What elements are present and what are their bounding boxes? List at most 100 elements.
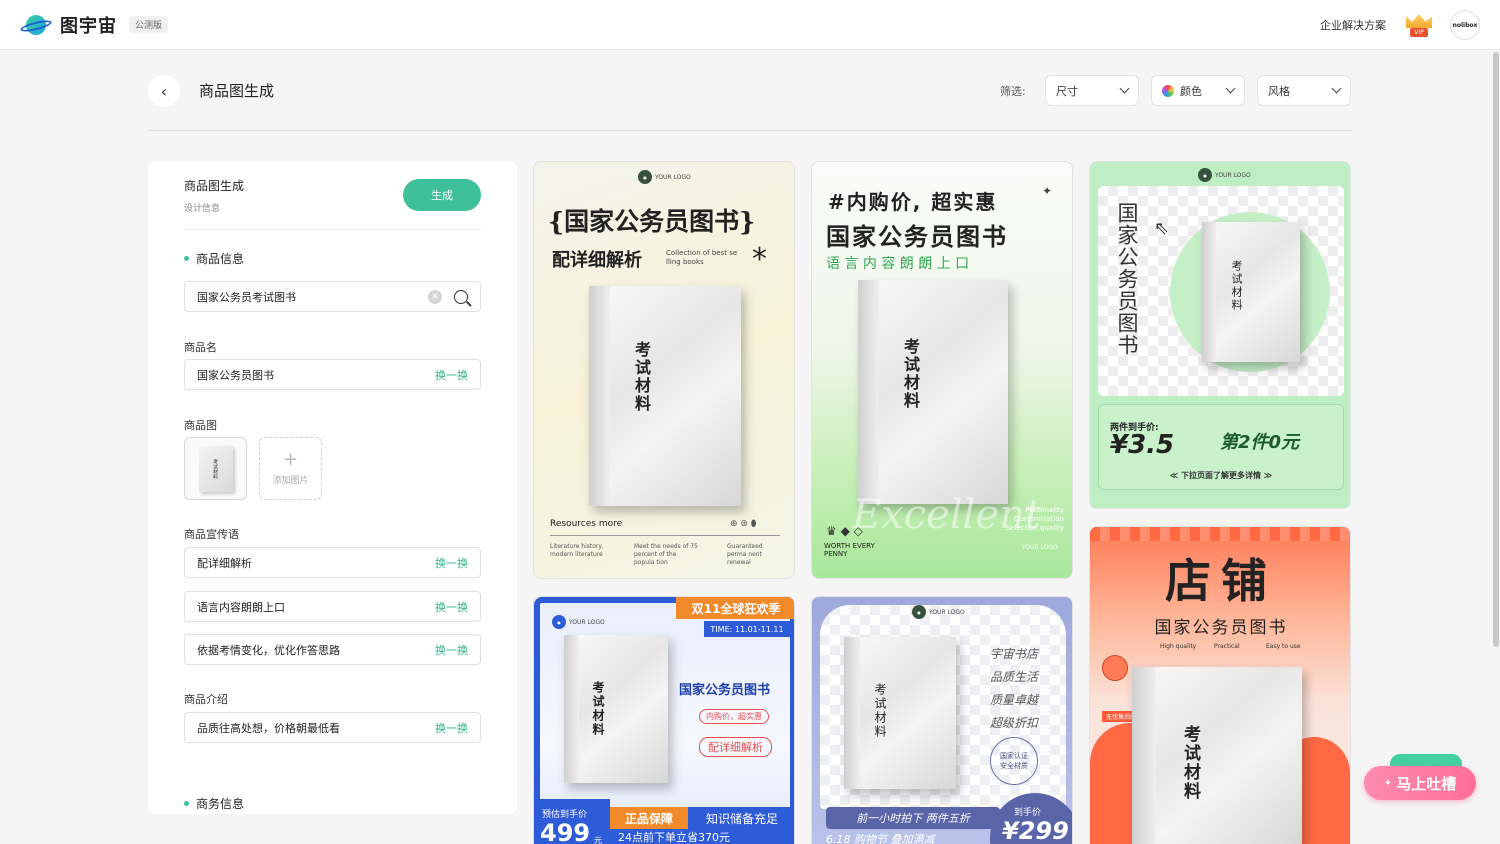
clear-icon[interactable]: ✕ xyxy=(428,289,442,304)
product-book: 考试材料 xyxy=(1202,222,1300,362)
footer-text-1: Literature history, modern literature xyxy=(550,543,604,558)
swap-button[interactable]: 换一换 xyxy=(435,720,468,736)
certification-seal: 国家认证 安全材质 xyxy=(990,737,1038,785)
card-line-3: 语 言 内 容 朗 朗 上 口 xyxy=(826,256,970,272)
product-book: 考试材料 xyxy=(589,286,741,506)
feedback-button[interactable]: ✦ 马上吐槽 xyxy=(1364,766,1476,800)
yuan-unit: 元 xyxy=(594,836,602,844)
product-search-input[interactable]: 国家公务员考试图书 ✕ xyxy=(184,281,481,312)
card-title: {国家公务员图书} xyxy=(548,207,756,236)
template-card-5[interactable]: ● YOUR LOGO 考试材料 宇宙书店 品质生活 质量卓越 超级折扣 国家认证 安全… xyxy=(811,596,1073,844)
page-title: 商品图生成 xyxy=(199,82,275,100)
planet-logo-icon xyxy=(19,13,53,37)
event-badge: 双11全球狂欢季 xyxy=(676,597,794,619)
chevron-left-icon: ‹ xyxy=(160,81,168,101)
event-time: TIME: 11.01-11.11 xyxy=(704,621,790,637)
tag-2: 配详细解析 xyxy=(699,737,772,757)
chevron-down-icon xyxy=(1119,83,1130,94)
design-info-panel: 商品图生成 设计信息 生成 商品信息 国家公务员考试图书 ✕ 商品名 国家公务员… xyxy=(148,161,517,814)
business-info-heading: 商务信息 xyxy=(184,795,244,812)
decorative-icons: ♛ ◆ ◇ xyxy=(826,524,863,538)
tag-1: 内购价，超实惠 xyxy=(699,709,769,724)
card-vertical-title: 国家公务员图书 xyxy=(1115,202,1139,356)
color-wheel-icon xyxy=(1162,84,1174,97)
personality-text: Personality Customization Selection qual… xyxy=(1005,506,1064,532)
panel-divider xyxy=(184,229,481,230)
card-logo: ● YOUR LOGO xyxy=(638,170,691,184)
product-intro-label: 商品介绍 xyxy=(184,693,228,706)
highlight-3: Easy to use xyxy=(1266,643,1301,650)
product-intro-field[interactable]: 品质往高处想，价格朝最低看 换一换 xyxy=(184,712,481,743)
card-line-1: #内购价, 超实惠 xyxy=(828,190,998,214)
plus-icon: + xyxy=(282,449,299,470)
template-card-1[interactable]: ● YOUR LOGO {国家公务员图书} 配详细解析 Collection of… xyxy=(533,161,795,579)
product-info-heading: 商品信息 xyxy=(184,250,244,267)
decorative-icons: ⊕ ⊛ ⬮ xyxy=(730,519,757,529)
swap-button[interactable]: 换一换 xyxy=(435,367,468,383)
card-subtitle: 国家公务员图书 xyxy=(1154,618,1288,638)
top-bar: 图宇宙 公测版 企业解决方案 VIP nolibox xyxy=(0,0,1500,50)
product-name-field[interactable]: 国家公务员图书 换一换 xyxy=(184,359,481,390)
knowledge-badge: 知识储备充足 xyxy=(688,807,794,829)
template-card-2[interactable]: #内购价, 超实惠 国家公务员图书 语 言 内 容 朗 朗 上 口 ✦ 考试材料… xyxy=(811,161,1073,579)
vip-crown-icon[interactable]: VIP xyxy=(1404,12,1434,38)
style-filter-select[interactable]: 风格 xyxy=(1257,75,1351,106)
filter-label: 筛选: xyxy=(1000,85,1026,98)
chevron-down-icon xyxy=(1331,83,1342,94)
order-promo-text: 24点前下单立省370元 xyxy=(610,829,794,844)
asterisk-icon: * xyxy=(752,242,767,277)
color-filter-select[interactable]: 颜色 xyxy=(1151,75,1245,106)
more-details-text: ≪ 下拉页面了解更多详情 ≫ xyxy=(1169,471,1273,480)
footer-text-3: Guaranteed perma nent renewal xyxy=(727,543,763,566)
promo-bar: 前一小时拍下 两件五折 xyxy=(826,807,1000,829)
card-feature-lines: 宇宙书店 品质生活 质量卓越 超级折扣 xyxy=(990,647,1039,730)
back-button[interactable]: ‹ xyxy=(148,75,180,107)
brand-name: 图宇宙 xyxy=(60,15,117,37)
promo-text: 第2件0元 xyxy=(1220,432,1300,453)
product-book: 考试材料 xyxy=(858,280,1008,504)
footer-text-2: Meet the needs of 75 percent of the popu… xyxy=(634,543,698,566)
enterprise-solutions-link[interactable]: 企业解决方案 xyxy=(1320,17,1386,33)
template-card-4[interactable]: 双11全球狂欢季 TIME: 11.01-11.11 ● YOUR LOGO 考试… xyxy=(533,596,795,844)
sparkle-icon: ✦ xyxy=(1383,777,1393,789)
template-card-3[interactable]: ● YOUR LOGO 国家公务员图书 ⇖ 考试材料 两件到手价: ¥3.5 第2… xyxy=(1089,161,1351,509)
product-book: 考试材料 xyxy=(844,637,956,789)
swap-button[interactable]: 换一换 xyxy=(435,555,468,571)
resources-text: Resources more xyxy=(550,519,623,529)
highlight-1: High quality xyxy=(1160,643,1197,650)
card-subtitle: 配详细解析 xyxy=(552,250,642,271)
smiley-icon xyxy=(1102,655,1128,681)
slogan-field-1[interactable]: 配详细解析 换一换 xyxy=(184,547,481,578)
card-en-text: Collection of best se lling books xyxy=(666,249,738,266)
product-book: 考试材料 xyxy=(564,635,668,783)
cursor-icon: ⇖ xyxy=(1154,218,1170,239)
product-name-label: 商品名 xyxy=(184,341,217,354)
sparkle-icon: ✦ xyxy=(1042,184,1053,198)
product-image-thumbnail[interactable]: 考试材料 xyxy=(184,437,247,500)
product-book: 考试材料 xyxy=(1132,667,1302,844)
worth-text: WORTH EVERY PENNY xyxy=(824,542,875,558)
scrollbar[interactable] xyxy=(1493,52,1499,647)
slogan-field-3[interactable]: 依据考情变化，优化作答思路 换一换 xyxy=(184,634,481,665)
promo-bar-2: 6.18 购物节 叠加满减 xyxy=(826,833,935,844)
size-filter-select[interactable]: 尺寸 xyxy=(1045,75,1139,106)
card-logo: ● YOUR LOGO xyxy=(1198,168,1251,182)
panel-subtitle: 设计信息 xyxy=(184,204,221,214)
swap-button[interactable]: 换一换 xyxy=(435,599,468,615)
guarantee-badge: 正品保障 xyxy=(610,807,688,829)
card-title: 国家公务员图书 xyxy=(679,683,771,698)
template-card-6[interactable]: 店铺 国家公务员图书 High quality Practical Easy t… xyxy=(1089,526,1351,844)
add-image-button[interactable]: + 添加图片 xyxy=(259,437,322,500)
header-divider xyxy=(148,130,1352,131)
price-value: ¥3.5 xyxy=(1110,430,1175,460)
generate-button[interactable]: 生成 xyxy=(403,179,481,211)
search-icon[interactable] xyxy=(454,289,468,304)
swap-button[interactable]: 换一换 xyxy=(435,642,468,658)
card-line-2: 国家公务员图书 xyxy=(826,223,1008,251)
card-logo: ● YOUR LOGO xyxy=(912,605,965,619)
chevron-down-icon xyxy=(1225,83,1236,94)
logo[interactable]: 图宇宙 公测版 xyxy=(19,12,169,38)
avatar[interactable]: nolibox xyxy=(1450,10,1480,40)
slogan-field-2[interactable]: 语言内容朗朗上口 换一换 xyxy=(184,591,481,622)
price-value: 499 xyxy=(540,819,591,844)
